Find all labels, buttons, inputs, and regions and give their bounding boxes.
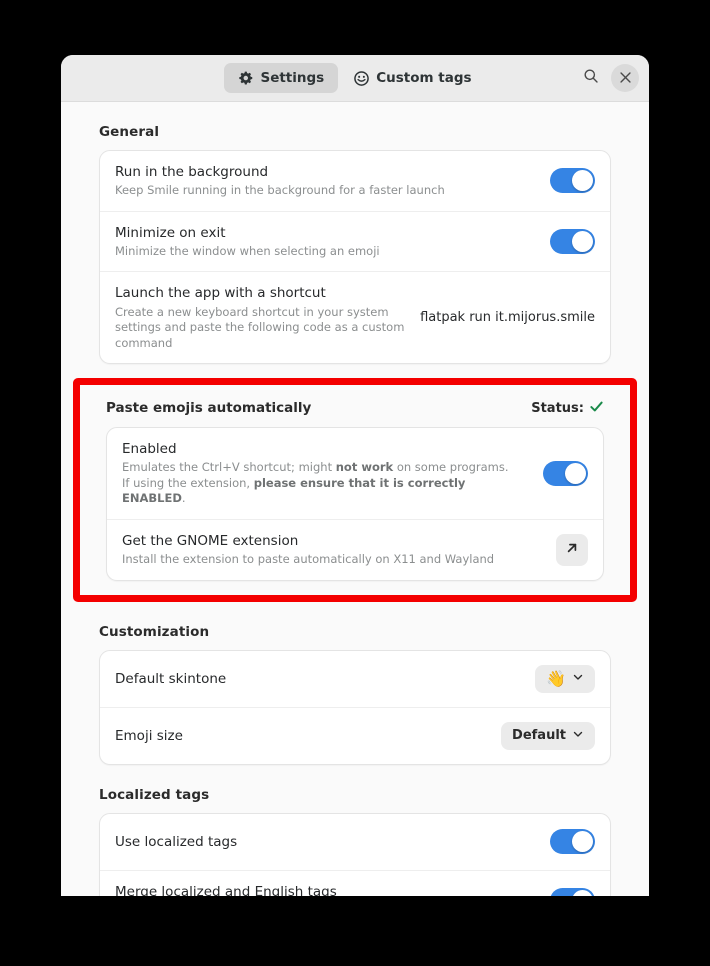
open-extension-link-button[interactable] — [556, 533, 588, 566]
gear-icon — [238, 71, 253, 86]
sub-line2-part1: If using the extension, — [122, 475, 254, 490]
external-link-icon — [564, 540, 580, 560]
row-title: Enabled — [122, 441, 177, 458]
row-text: Minimize on exit Minimize the window whe… — [115, 224, 536, 260]
minimize-on-exit-toggle[interactable] — [550, 229, 595, 255]
toggle-knob — [565, 463, 586, 485]
row-run-in-background[interactable]: Run in the background Keep Smile running… — [100, 151, 610, 211]
row-title: Default skintone — [115, 670, 227, 687]
row-control — [550, 168, 595, 194]
row-title: Merge localized and English tags — [115, 883, 337, 896]
toggle-knob — [572, 231, 593, 253]
smiley-icon — [354, 70, 370, 86]
row-default-skintone[interactable]: Default skintone 👋 — [100, 651, 610, 707]
row-text: Launch the app with a shortcut Create a … — [115, 284, 406, 351]
section-paste-title: Paste emojis automatically — [106, 400, 312, 417]
row-subtitle: Keep Smile running in the background for… — [115, 183, 445, 198]
close-button[interactable] — [611, 64, 639, 92]
row-gnome-extension[interactable]: Get the GNOME extension Install the exte… — [107, 519, 603, 580]
row-control — [550, 829, 595, 855]
waving-hand-emoji: 👋 — [546, 668, 566, 688]
tab-settings[interactable]: Settings — [224, 63, 339, 93]
default-skintone-dropdown[interactable]: 👋 — [535, 664, 595, 693]
row-control — [550, 229, 595, 255]
sub-line1-bold: not work — [335, 460, 394, 475]
row-control — [543, 461, 588, 487]
status-label: Status: — [531, 400, 584, 416]
run-in-background-toggle[interactable] — [550, 168, 595, 194]
row-text: Merge localized and English tags Use bot… — [115, 883, 536, 896]
section-paste-emojis-highlighted: Paste emojis automatically Status: Enabl… — [73, 378, 637, 602]
row-control — [550, 888, 595, 896]
row-subtitle: Create a new keyboard shortcut in your s… — [115, 304, 405, 350]
row-control — [556, 533, 588, 566]
emoji-size-dropdown[interactable]: Default — [501, 721, 595, 750]
flatpak-command-value: flatpak run it.mijorus.smile — [420, 310, 595, 326]
merge-localized-tags-toggle[interactable] — [550, 888, 595, 896]
row-subtitle: Emulates the Ctrl+V shortcut; might not … — [122, 460, 529, 507]
toggle-knob — [572, 831, 593, 853]
tab-custom-tags[interactable]: Custom tags — [340, 63, 485, 93]
row-minimize-on-exit[interactable]: Minimize on exit Minimize the window whe… — [100, 210, 610, 272]
row-text: Emoji size — [115, 727, 487, 745]
toggle-knob — [572, 890, 593, 896]
section-customization: Customization Default skintone 👋 Emoji s… — [61, 602, 649, 765]
sub-line1-part3: on some programs. — [393, 460, 509, 475]
section-localized-tags: Localized tags Use localized tags Merge … — [61, 765, 649, 896]
section-general: General Run in the background Keep Smile… — [61, 102, 649, 365]
paste-enabled-toggle[interactable] — [543, 461, 588, 487]
row-title: Minimize on exit — [115, 224, 226, 241]
row-title: Run in the background — [115, 164, 269, 180]
paste-card: Enabled Emulates the Ctrl+V shortcut; mi… — [106, 427, 604, 581]
row-emoji-size[interactable]: Emoji size Default — [100, 706, 610, 764]
sub-line1-part1: Emulates the Ctrl+V shortcut; might — [122, 460, 336, 475]
row-paste-enabled[interactable]: Enabled Emulates the Ctrl+V shortcut; mi… — [107, 428, 603, 519]
row-launch-shortcut[interactable]: Launch the app with a shortcut Create a … — [100, 271, 610, 363]
row-text: Enabled Emulates the Ctrl+V shortcut; mi… — [122, 440, 529, 507]
row-subtitle: Minimize the window when selecting an em… — [115, 243, 380, 258]
section-localized-title: Localized tags — [99, 786, 210, 803]
header-actions — [577, 55, 639, 101]
row-text: Use localized tags — [115, 833, 536, 851]
preferences-content[interactable]: General Run in the background Keep Smile… — [61, 102, 649, 896]
emoji-size-value: Default — [512, 728, 566, 744]
row-control: Default — [501, 721, 595, 750]
header-bar: Settings Custom tags — [61, 55, 649, 102]
chevron-down-icon — [572, 728, 584, 744]
tab-custom-tags-label: Custom tags — [376, 70, 472, 86]
row-control: 👋 — [535, 664, 595, 693]
status-badge: Status: — [531, 399, 604, 417]
use-localized-tags-toggle[interactable] — [550, 829, 595, 855]
check-icon — [589, 399, 604, 417]
preferences-window: Settings Custom tags General Run in the … — [61, 55, 649, 896]
section-general-title: General — [99, 124, 160, 140]
close-icon — [619, 69, 632, 88]
row-use-localized-tags[interactable]: Use localized tags — [100, 814, 610, 870]
row-text: Run in the background Keep Smile running… — [115, 163, 536, 199]
localized-card: Use localized tags Merge localized and E… — [99, 812, 611, 896]
view-switcher: Settings Custom tags — [224, 63, 485, 93]
tab-settings-label: Settings — [260, 70, 325, 86]
chevron-down-icon — [572, 671, 584, 687]
section-customization-title: Customization — [99, 623, 210, 640]
row-text: Default skintone — [115, 670, 521, 688]
row-title: Emoji size — [115, 727, 183, 744]
row-text: Get the GNOME extension Install the exte… — [122, 532, 542, 568]
toggle-knob — [572, 170, 593, 192]
sub-line2-part3: . — [181, 491, 186, 506]
search-button[interactable] — [577, 64, 605, 92]
row-control: flatpak run it.mijorus.smile — [420, 310, 595, 325]
row-merge-localized-tags[interactable]: Merge localized and English tags Use bot… — [100, 869, 610, 896]
search-icon — [583, 68, 599, 88]
general-card: Run in the background Keep Smile running… — [99, 150, 611, 365]
row-title: Get the GNOME extension — [122, 533, 299, 549]
row-title: Use localized tags — [115, 833, 238, 850]
customization-card: Default skintone 👋 Emoji size Default — [99, 649, 611, 765]
row-title: Launch the app with a shortcut — [115, 285, 326, 302]
row-subtitle: Install the extension to paste automatic… — [122, 552, 495, 567]
paste-header: Paste emojis automatically Status: — [106, 385, 604, 427]
